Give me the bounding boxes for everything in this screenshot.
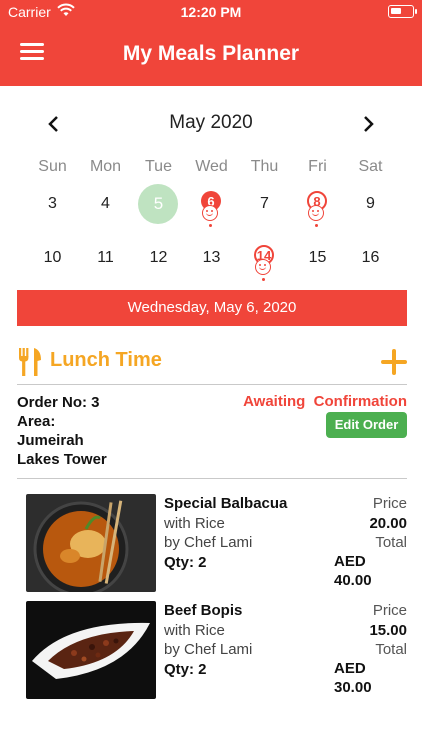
month-navigation: May 2020 xyxy=(0,110,422,138)
item-name: Beef Bopis xyxy=(164,602,243,619)
weekday-label: Tue xyxy=(145,158,172,175)
food-image xyxy=(26,601,156,699)
calendar-week: 10 11 12 13 14 15 16 xyxy=(26,237,397,281)
list-item[interactable]: Beef Bopis with Rice by Chef Lami Qty: 2… xyxy=(26,601,407,699)
calendar-day-meal[interactable]: 14 xyxy=(238,237,291,281)
total-value: 30.00 xyxy=(334,679,372,696)
weekday-label: Fri xyxy=(308,158,327,175)
weekday-label: Sat xyxy=(358,158,383,175)
item-qty: Qty: 2 xyxy=(164,660,207,678)
meal-dot xyxy=(315,224,318,227)
item-side: with Rice xyxy=(164,621,225,639)
weekday-header: Sun Mon Tue Wed Thu Fri Sat xyxy=(26,158,397,176)
smiley-icon xyxy=(202,205,218,221)
order-number: Order No: 3 xyxy=(17,394,100,411)
currency-label: AED xyxy=(334,660,366,677)
calendar-day[interactable]: 16 xyxy=(344,237,397,279)
price-value: 15.00 xyxy=(369,621,407,639)
meal-section-header: Lunch Time xyxy=(17,344,407,378)
item-chef: by Chef Lami xyxy=(164,641,253,658)
food-image xyxy=(26,494,156,592)
total-label: Total xyxy=(375,641,407,658)
calendar-day[interactable]: 4 xyxy=(79,183,132,225)
smiley-icon xyxy=(255,259,271,275)
weekday-label: Sun xyxy=(38,158,67,175)
weekday-label: Thu xyxy=(250,158,279,175)
calendar-day[interactable]: 9 xyxy=(344,183,397,225)
calendar-day[interactable]: 15 xyxy=(291,237,344,279)
status-badge: Awaiting Confirmation xyxy=(243,393,407,410)
battery-icon xyxy=(388,5,417,18)
calendar-week: 3 4 5 6 7 8 9 xyxy=(26,183,397,227)
item-pricing: Price 15.00 Total AED 30.00 xyxy=(307,601,407,696)
divider xyxy=(17,384,407,385)
section-title: Lunch Time xyxy=(50,349,162,371)
item-details: Special Balbacua with Rice by Chef Lami … xyxy=(164,494,324,572)
calendar-day[interactable]: 3 xyxy=(26,183,79,225)
chevron-right-icon[interactable] xyxy=(358,114,378,134)
area-label: Area: xyxy=(17,413,56,430)
area-value-line2: Lakes Tower xyxy=(17,451,107,468)
smiley-icon xyxy=(308,205,324,221)
divider xyxy=(17,478,407,479)
calendar-day-meal[interactable]: 6 xyxy=(185,183,238,227)
list-item[interactable]: Special Balbacua with Rice by Chef Lami … xyxy=(26,494,407,592)
total-label: Total xyxy=(375,534,407,551)
order-info: Order No: 3 Area: Jumeirah Lakes Tower xyxy=(17,393,217,469)
selected-date-banner: Wednesday, May 6, 2020 xyxy=(17,290,407,326)
meal-dot xyxy=(262,278,265,281)
item-qty: Qty: 2 xyxy=(164,553,207,571)
item-details: Beef Bopis with Rice by Chef Lami Qty: 2 xyxy=(164,601,324,679)
cutlery-icon xyxy=(19,348,41,376)
price-value: 20.00 xyxy=(369,514,407,532)
area-value: Jumeirah xyxy=(17,432,84,449)
price-label: Price xyxy=(372,495,407,512)
item-chef: by Chef Lami xyxy=(164,534,253,551)
calendar-day[interactable]: 13 xyxy=(185,237,238,279)
total-value: 40.00 xyxy=(334,572,372,589)
selected-dot xyxy=(209,224,212,227)
item-pricing: Price 20.00 Total AED 40.00 xyxy=(307,494,407,589)
item-side: with Rice xyxy=(164,514,225,532)
weekday-label: Wed xyxy=(195,158,228,175)
page-title: My Meals Planner xyxy=(122,42,300,65)
status-time: 12:20 PM xyxy=(180,4,242,20)
calendar-day[interactable]: 12 xyxy=(132,237,185,279)
calendar-day-meal[interactable]: 8 xyxy=(291,183,344,227)
add-meal-icon[interactable] xyxy=(381,349,407,375)
currency-label: AED xyxy=(334,553,366,570)
item-name: Special Balbacua xyxy=(164,495,288,512)
calendar-day[interactable]: 11 xyxy=(79,237,132,279)
calendar-day[interactable]: 10 xyxy=(26,237,79,279)
calendar-day[interactable]: 7 xyxy=(238,183,291,225)
calendar-day-today[interactable]: 5 xyxy=(132,183,185,225)
weekday-label: Mon xyxy=(89,158,122,175)
price-label: Price xyxy=(372,602,407,619)
status-bar: Carrier 12:20 PM xyxy=(0,0,422,24)
app-header: Carrier 12:20 PM My Meals Planner xyxy=(0,0,422,86)
edit-order-button[interactable]: Edit Order xyxy=(326,412,407,438)
